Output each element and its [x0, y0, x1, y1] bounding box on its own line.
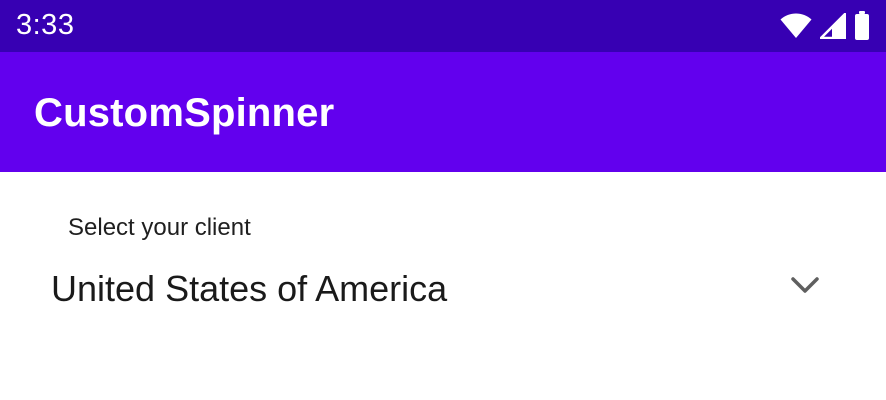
battery-icon: [854, 11, 870, 41]
client-spinner[interactable]: United States of America: [34, 252, 854, 324]
wifi-icon: [780, 13, 812, 39]
status-time: 3:33: [16, 9, 75, 41]
cell-signal-icon: [820, 13, 846, 39]
chevron-down-icon[interactable]: [790, 274, 820, 301]
app-title: CustomSpinner: [34, 91, 335, 135]
content-area: Select your client United States of Amer…: [0, 172, 886, 400]
spinner-selected-value: United States of America: [51, 268, 448, 309]
status-icons: [780, 10, 870, 42]
app-bar: CustomSpinner: [0, 52, 886, 172]
client-select-label: Select your client: [68, 214, 251, 241]
status-bar: 3:33: [0, 0, 886, 52]
